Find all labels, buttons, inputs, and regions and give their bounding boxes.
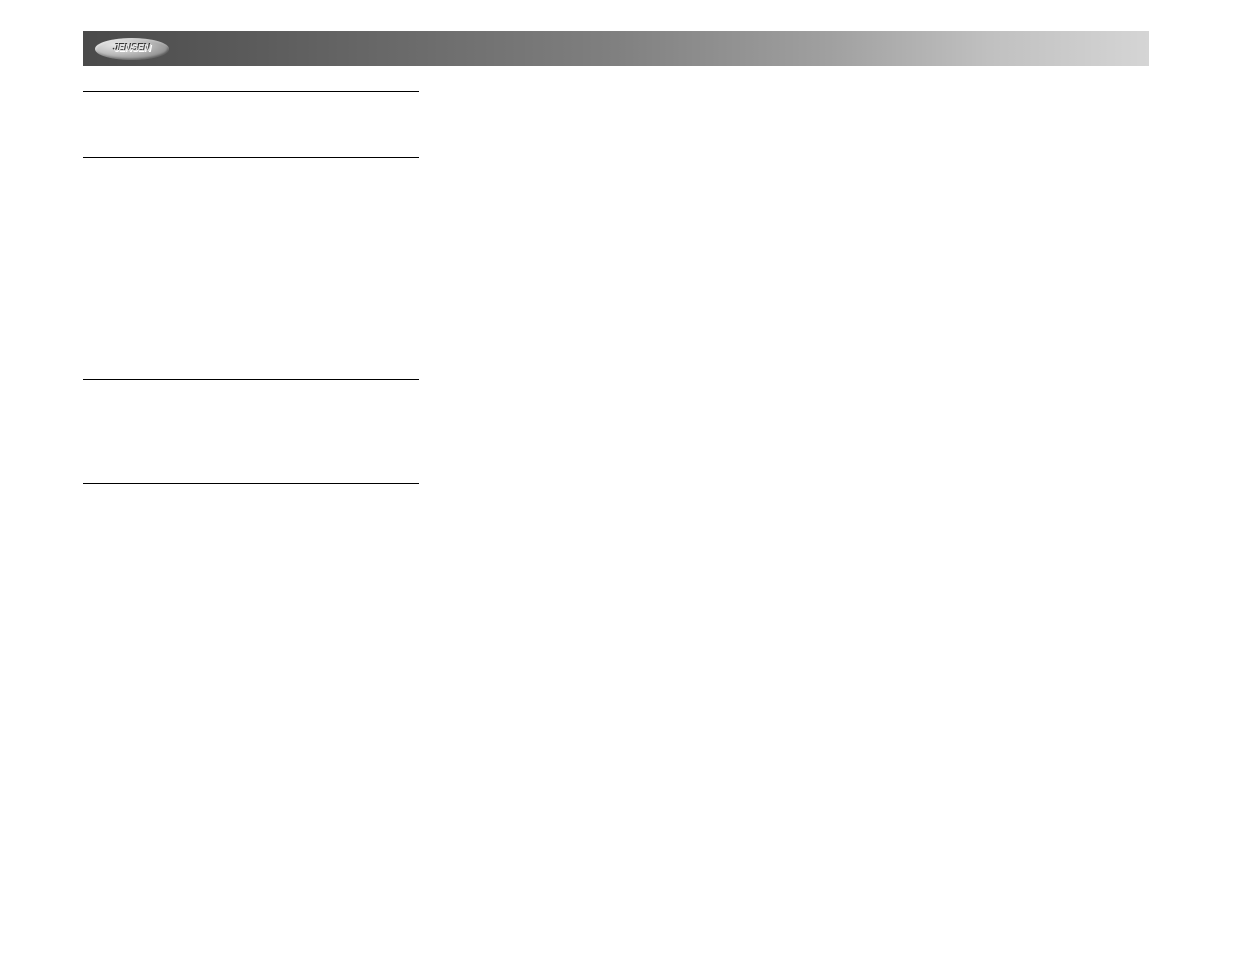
divider-line [83,91,419,92]
header-bar: JENSEN [83,31,1149,66]
divider-line [83,157,419,158]
brand-logo: JENSEN [95,38,169,60]
divider-line [83,483,419,484]
brand-logo-text: JENSEN [113,43,150,54]
divider-line [83,379,419,380]
